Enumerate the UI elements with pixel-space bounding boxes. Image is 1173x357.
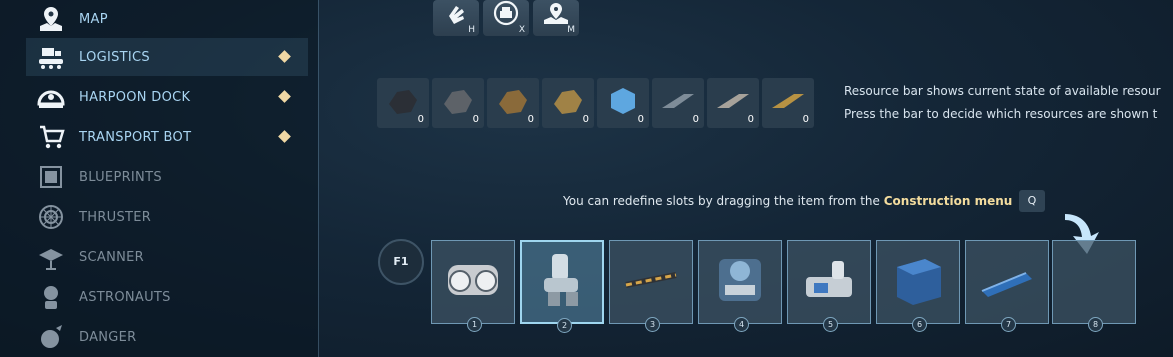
resource-tile-copper-ore[interactable]: 0 [487,78,539,128]
sidebar-item-label: TRANSPORT BOT [79,130,192,145]
copper-ore-icon [499,90,527,114]
hotkey-label: X [518,25,525,35]
slot-number: 4 [734,317,749,332]
sidebar-item-scanner[interactable]: SCANNER [26,238,308,276]
sidebar-item-astronauts[interactable]: ASTRONAUTS [26,278,308,316]
resource-count: 0 [692,114,699,125]
hotbar-slot-3[interactable]: 3 [609,240,693,332]
resource-tile-gold-ore[interactable]: 0 [542,78,594,128]
iron-bar-icon [717,94,749,108]
scanner-icon [39,249,63,270]
resource-bar-info-line-1: Resource bar shows current state of avai… [844,84,1161,98]
drill-icon [625,272,677,288]
resource-tile-ice[interactable]: 0 [597,78,649,128]
slot-number: 2 [557,318,572,333]
sidebar-item-label: LOGISTICS [79,50,150,65]
construction-menu-link: Construction menu [883,194,1013,208]
resource-tile-coal[interactable]: 0 [377,78,429,128]
sidebar-item-label: THRUSTER [79,210,152,225]
hotbar-slot-5[interactable]: 5 [787,240,871,332]
map-pin-icon [40,7,62,31]
sidebar-item-harpoon-dock[interactable]: HARPOON DOCK [26,78,308,116]
sidebar-item-logistics[interactable]: LOGISTICS [26,38,308,76]
hotbar-slot-7[interactable]: 7 [965,240,1049,332]
hotbar-slot-4[interactable]: 4 [698,240,782,332]
harpoon-dock-icon [37,90,65,108]
resource-count: 0 [582,114,589,125]
hotbar-selector-label: F1 [393,255,409,268]
resource-tile-steel-bar[interactable]: 0 [652,78,704,128]
hotbar-slot-8[interactable]: 8 [1052,240,1136,332]
resource-count: 0 [802,114,809,125]
hotkey-label: H [468,25,475,35]
astronaut-icon [44,286,58,309]
hotbar-slot-2[interactable]: 2 [520,240,604,333]
iron-ore-icon [444,90,472,114]
machine-icon [719,259,761,301]
resource-tile-gold-bar[interactable]: 0 [762,78,814,128]
sidebar-item-map[interactable]: MAP [26,0,308,38]
sidebar-item-label: DANGER [79,330,137,345]
blueprint-icon [40,166,62,188]
ice-icon [611,88,635,114]
gold-bar-icon [772,94,804,108]
notification-badge [278,130,291,143]
sidebar-item-thruster[interactable]: THRUSTER [26,198,308,236]
steel-bar-icon [662,94,694,108]
generator-icon [448,265,498,295]
sidebar-item-danger[interactable]: DANGER [26,318,308,356]
sidebar-item-blueprints[interactable]: BLUEPRINTS [26,158,308,196]
danger-icon [41,325,62,348]
hotkey-label: M [567,25,575,35]
map-button[interactable]: M [533,0,579,36]
resource-count: 0 [417,114,424,125]
resource-tile-iron-ore[interactable]: 0 [432,78,484,128]
sidebar-divider [318,0,319,357]
notification-badge [278,90,291,103]
hotbar-slot-1[interactable]: 1 [431,240,515,332]
resource-count: 0 [747,114,754,125]
sidebar-item-label: ASTRONAUTS [79,290,171,305]
hint-text: You can redefine slots by dragging the i… [563,194,884,208]
sidebar-item-label: MAP [79,12,108,27]
hotbar-slot-6[interactable]: 6 [876,240,960,332]
resource-count: 0 [637,114,644,125]
refinery-icon [806,261,852,297]
wall-block-icon [897,259,941,305]
sidebar-item-label: HARPOON DOCK [79,90,191,105]
hand-icon [449,6,464,24]
thruster-icon [39,205,63,229]
resource-count: 0 [527,114,534,125]
sidebar-item-transport-bot[interactable]: TRANSPORT BOT [26,118,308,156]
inventory-icon [493,0,519,26]
inventory-button[interactable]: X [483,0,529,36]
slot-number: 6 [912,317,927,332]
beam-icon [981,272,1032,297]
resource-count: 0 [472,114,479,125]
hotbar-selector[interactable]: F1 [378,239,424,285]
gold-ore-icon [554,90,582,114]
hotbar-hint: You can redefine slots by dragging the i… [563,194,1012,208]
slot-number: 5 [823,317,838,332]
slot-number: 3 [645,317,660,332]
sidebar-item-label: BLUEPRINTS [79,170,162,185]
sidebar-item-label: SCANNER [79,250,145,265]
logistics-icon [39,48,63,69]
resource-bar-info-line-2: Press the bar to decide which resources … [844,107,1158,121]
slot-number: 7 [1001,317,1016,332]
pipe-junction-icon [544,254,578,306]
hand-tool-button[interactable]: H [433,0,479,36]
coal-icon [389,90,417,114]
notification-badge [278,50,291,63]
cart-icon [40,125,65,149]
slot-number: 1 [467,317,482,332]
resource-tile-iron-bar[interactable]: 0 [707,78,759,128]
construction-menu-key: Q [1019,190,1045,212]
slot-number: 8 [1088,317,1103,332]
